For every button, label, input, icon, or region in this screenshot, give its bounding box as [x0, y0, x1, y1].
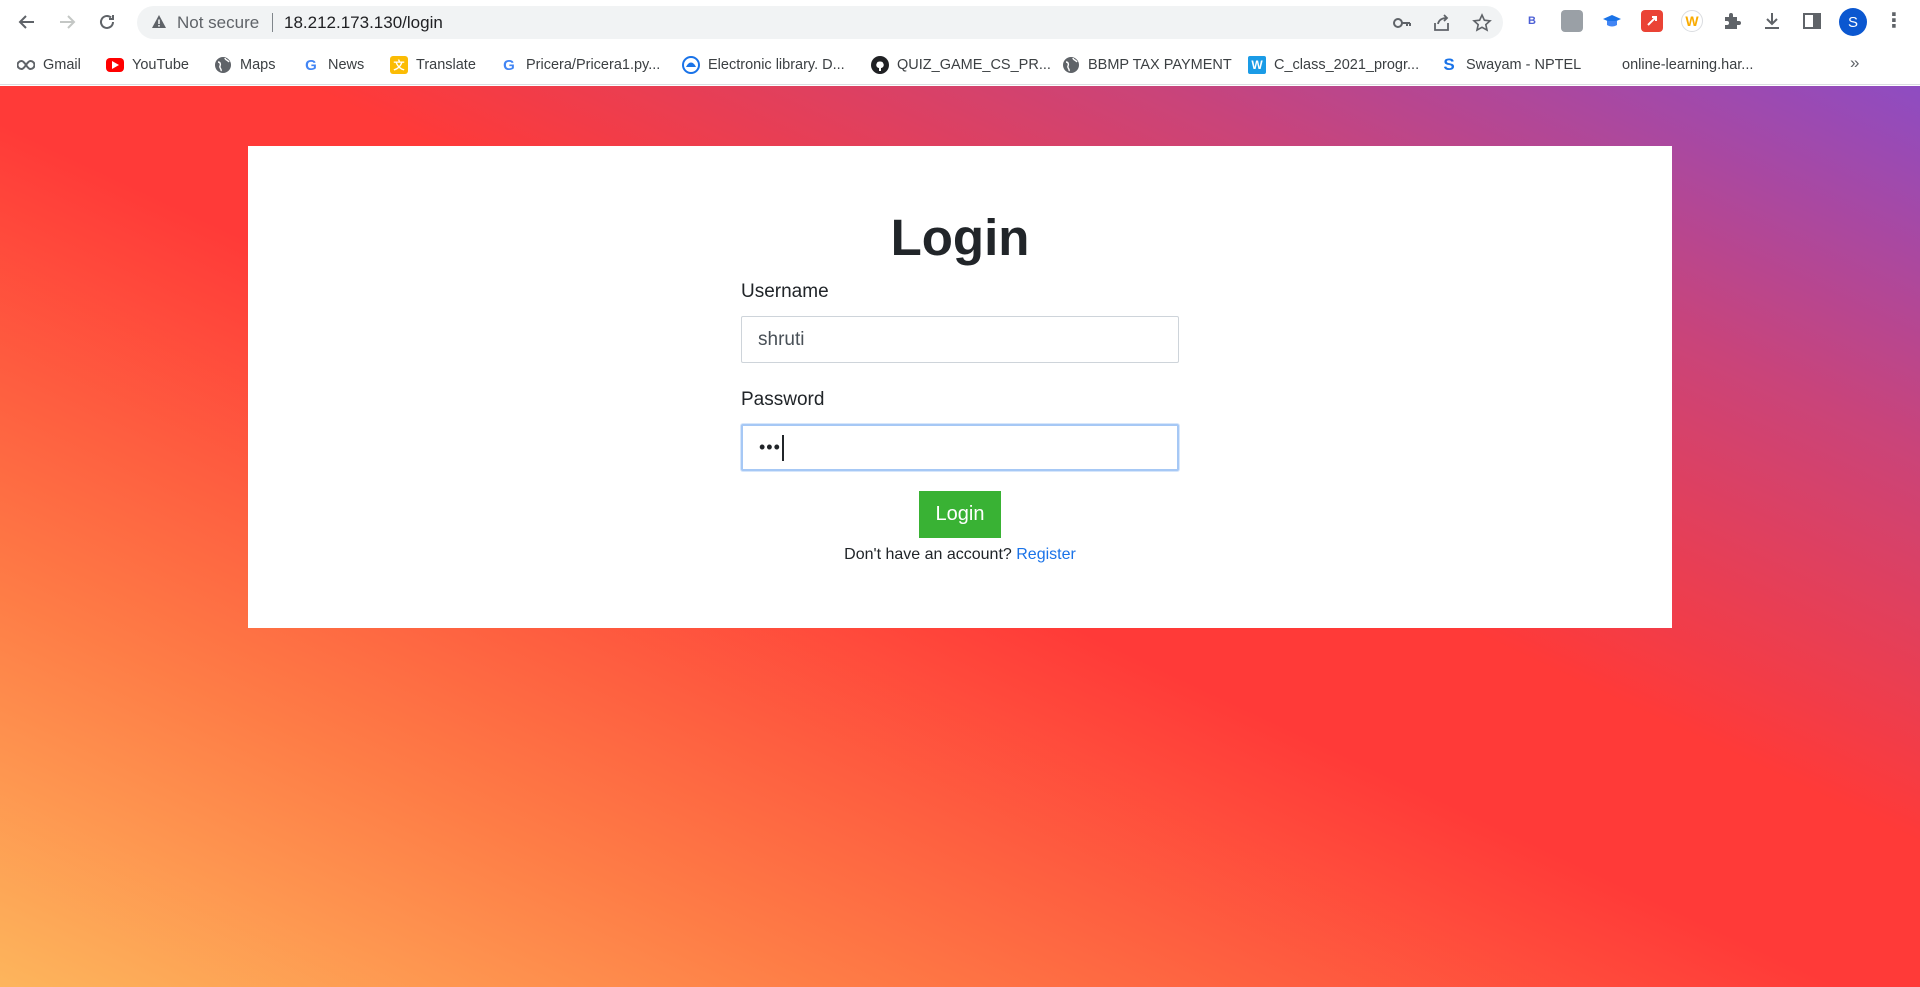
bookmark-label: YouTube: [132, 57, 189, 73]
bookmark-swayam[interactable]: S Swayam - NPTEL: [1440, 54, 1581, 76]
bookmark-gmail[interactable]: Gmail: [17, 54, 81, 76]
globe-icon: [214, 56, 232, 74]
password-value: •••: [759, 437, 781, 457]
puzzle-icon: [1725, 13, 1741, 29]
cap-extension-icon[interactable]: [1601, 10, 1623, 32]
translate-icon: 文: [390, 56, 408, 74]
bookmark-label: online-learning.har...: [1622, 57, 1754, 73]
harvard-icon: [1604, 56, 1614, 74]
star-icon: [1472, 13, 1492, 32]
warning-icon[interactable]: [151, 14, 167, 30]
bookmark-label: News: [328, 57, 365, 73]
bookmark-c-class[interactable]: W C_class_2021_progr...: [1248, 54, 1419, 76]
bookmark-label: Electronic library. D...: [708, 57, 845, 73]
reload-icon: [100, 14, 114, 29]
arrow-right-icon: [60, 15, 76, 29]
w-icon: W: [1248, 56, 1266, 74]
google-icon: G: [305, 56, 317, 74]
bookmark-label: Translate: [416, 57, 476, 73]
bookmark-electronic-library[interactable]: Electronic library. D...: [682, 54, 845, 76]
bookmarks-bar: Gmail YouTube Maps G News 文 Translate G …: [0, 45, 1920, 85]
bookmark-translate[interactable]: 文 Translate: [390, 54, 476, 76]
login-button[interactable]: Login: [919, 491, 1001, 538]
password-key-button[interactable]: [1391, 12, 1413, 34]
downloads-button[interactable]: [1761, 10, 1783, 32]
github-icon: [871, 56, 889, 74]
profile-avatar[interactable]: S: [1839, 8, 1867, 36]
share-icon: [1434, 14, 1449, 31]
photo-extension-icon[interactable]: [1561, 10, 1583, 32]
password-label: Password: [741, 389, 825, 410]
key-icon: [1393, 18, 1411, 28]
security-label[interactable]: Not secure: [177, 13, 259, 33]
username-label: Username: [741, 281, 829, 302]
swayam-icon: S: [1443, 55, 1455, 74]
bookmark-label: Maps: [240, 57, 276, 73]
bookmark-news[interactable]: G News: [302, 54, 364, 76]
username-input[interactable]: shruti: [741, 316, 1179, 363]
bookmark-label: Pricera/Pricera1.py...: [526, 57, 661, 73]
bookmark-label: Gmail: [43, 57, 81, 73]
text-caret: [781, 434, 784, 461]
graduation-cap-icon: [1603, 15, 1621, 27]
browser-toolbar: Not secure 18.212.173.130/login B W S ⋮: [0, 0, 1920, 45]
bookmark-label: QUIZ_GAME_CS_PR...: [897, 57, 1051, 73]
bookmark-label: C_class_2021_progr...: [1274, 57, 1420, 73]
page-title: Login: [890, 209, 1030, 266]
infinity-icon: [17, 56, 35, 74]
w-extension-icon[interactable]: W: [1681, 10, 1703, 32]
back-button[interactable]: [13, 8, 41, 36]
browser-menu-button[interactable]: ⋮: [1884, 10, 1904, 34]
bookmark-pricera[interactable]: G Pricera/Pricera1.py...: [500, 54, 660, 76]
reload-button[interactable]: [93, 8, 121, 36]
bookmarks-overflow-button[interactable]: »: [1850, 53, 1859, 73]
address-bar[interactable]: Not secure 18.212.173.130/login: [137, 6, 1503, 39]
download-icon: [1765, 13, 1779, 29]
username-value: shruti: [758, 328, 805, 350]
forward-button[interactable]: [53, 8, 81, 36]
side-panel-button[interactable]: [1801, 10, 1823, 32]
register-link[interactable]: Register: [1016, 546, 1076, 563]
bookmark-maps[interactable]: Maps: [214, 54, 275, 76]
bookmark-label: Swayam - NPTEL: [1466, 57, 1582, 73]
google-icon: G: [503, 56, 515, 74]
b-extension-icon[interactable]: B: [1521, 10, 1543, 32]
bookmark-quiz-game[interactable]: QUIZ_GAME_CS_PR...: [871, 54, 1051, 76]
library-icon: [682, 56, 700, 74]
arrow-left-icon: [18, 15, 34, 29]
bookmark-youtube[interactable]: YouTube: [106, 54, 189, 76]
bookmark-star-button[interactable]: [1471, 12, 1493, 34]
omnibox-separator: [272, 13, 273, 32]
rocket-extension-icon[interactable]: [1641, 10, 1663, 32]
login-card: Login Username shruti Password ••• Login…: [248, 146, 1672, 628]
extensions-button[interactable]: [1721, 10, 1743, 32]
register-prompt: Don't have an account?: [844, 546, 1012, 563]
bookmark-bbmp-tax[interactable]: BBMP TAX PAYMENT: [1062, 54, 1232, 76]
password-input[interactable]: •••: [741, 424, 1179, 471]
rocket-icon: [1647, 16, 1657, 26]
bookmark-label: BBMP TAX PAYMENT: [1088, 57, 1232, 73]
youtube-icon: [106, 58, 124, 72]
bookmark-online-learning[interactable]: online-learning.har...: [1604, 54, 1753, 76]
side-panel-icon: [1803, 13, 1821, 29]
page-background: Login Username shruti Password ••• Login…: [0, 86, 1920, 987]
globe-icon: [1062, 56, 1080, 74]
share-button[interactable]: [1431, 12, 1453, 34]
register-prompt-line: Don't have an account? Register: [248, 546, 1672, 564]
url-text[interactable]: 18.212.173.130/login: [284, 13, 443, 33]
